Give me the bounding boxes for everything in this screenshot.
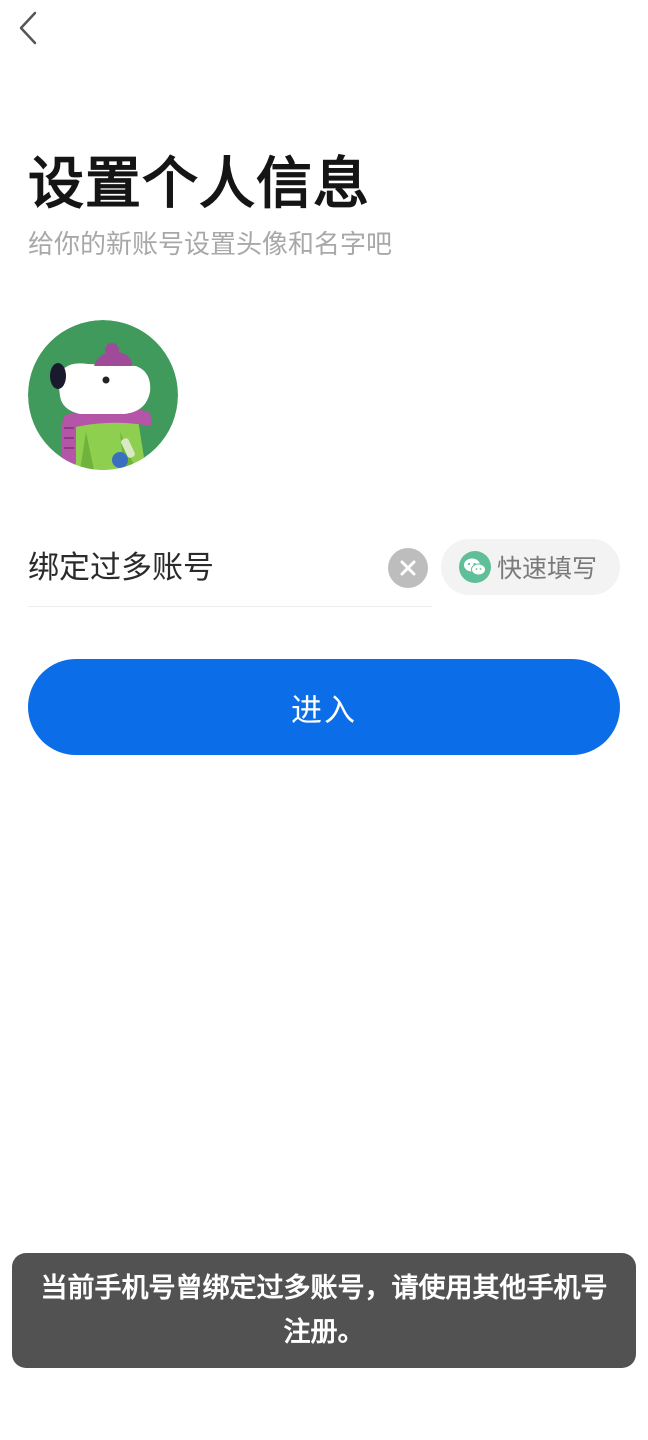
nickname-field-row: 绑定过多账号 [28,540,432,607]
profile-setup-screen: 设置个人信息 给你的新账号设置头像和名字吧 绑定过多账号 快速填写 进入 当前手… [0,0,648,1440]
page-title: 设置个人信息 [28,152,370,217]
avatar[interactable] [28,320,178,470]
toast-message: 当前手机号曾绑定过多账号，请使用其他手机号注册。 [12,1253,636,1368]
clear-button[interactable] [388,548,428,588]
clear-icon [400,560,416,576]
nickname-input[interactable]: 绑定过多账号 [28,540,380,600]
cartoon-dog-avatar-icon [28,320,178,470]
back-button[interactable] [8,8,48,48]
quick-fill-label: 快速填写 [497,554,598,583]
wechat-icon [459,551,491,583]
chevron-left-icon [19,11,37,45]
page-subtitle: 给你的新账号设置头像和名字吧 [28,230,393,260]
quick-fill-button[interactable]: 快速填写 [441,539,620,595]
enter-button[interactable]: 进入 [28,659,620,755]
